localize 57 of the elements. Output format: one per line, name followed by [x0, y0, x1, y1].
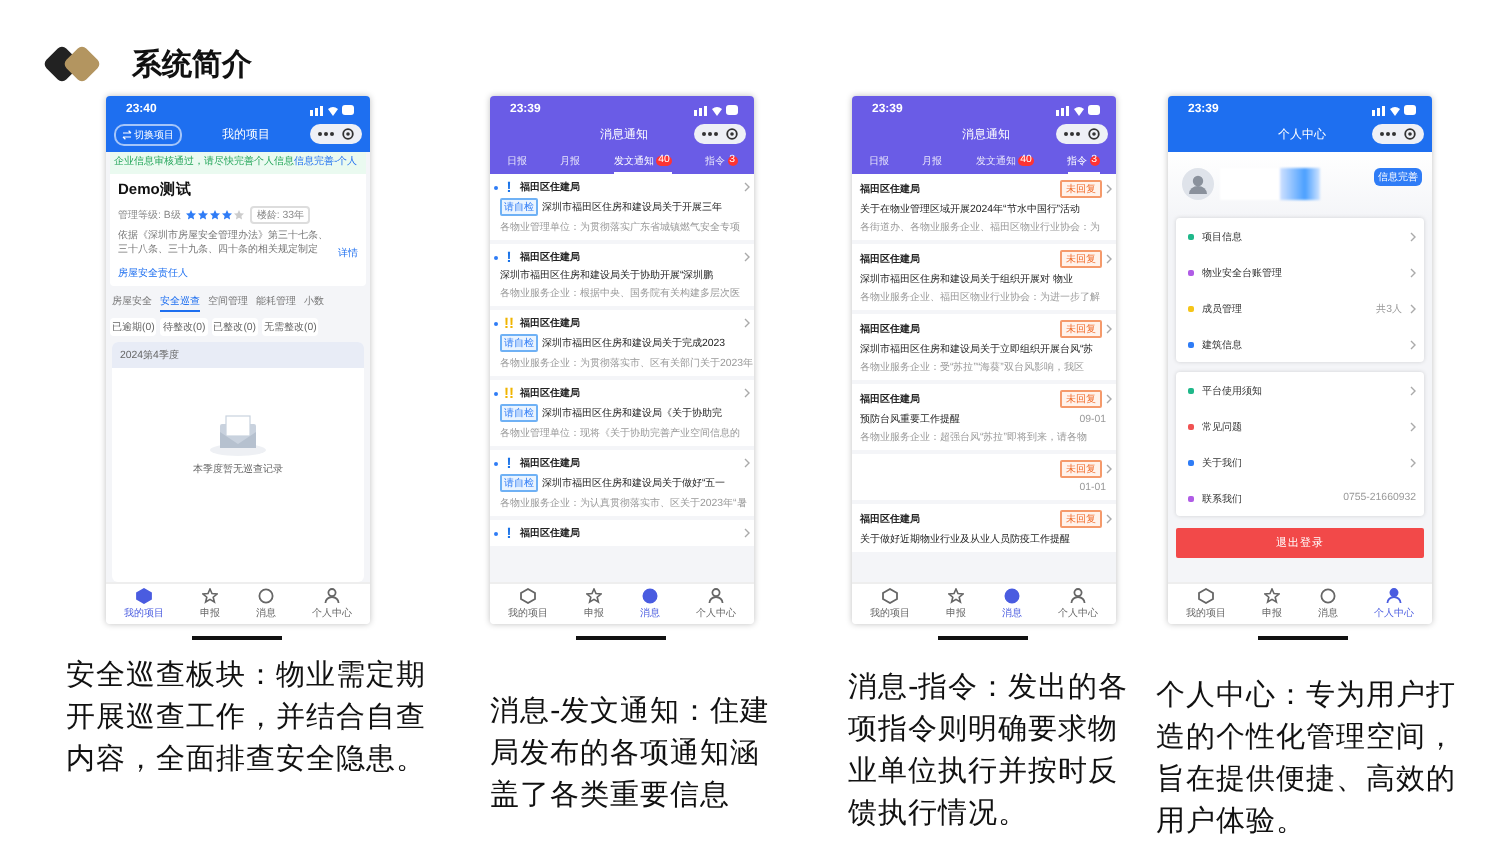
chevron-right-icon — [744, 318, 750, 328]
chevron-right-icon — [1106, 394, 1112, 404]
star-icon — [948, 588, 964, 604]
hexagon-icon — [1198, 588, 1214, 604]
caption-text: 消息-发文通知：住建局发布的各项通知涵盖了各类重要信息 — [490, 694, 773, 816]
chevron-right-icon — [1106, 254, 1112, 264]
circle-icon — [1320, 588, 1336, 604]
person-icon — [1070, 588, 1086, 604]
hexagon-icon — [136, 588, 152, 604]
star-icon — [1264, 588, 1280, 604]
mini-program-capsule[interactable] — [1372, 124, 1424, 144]
status-icons — [1056, 104, 1100, 116]
person-icon — [324, 588, 340, 604]
chevron-right-icon — [744, 252, 750, 262]
close-icon — [726, 128, 738, 140]
chevron-right-icon — [1106, 324, 1112, 334]
chevron-right-icon — [1410, 457, 1416, 467]
close-icon — [1404, 128, 1416, 140]
empty-envelope-icon — [208, 411, 268, 456]
chevron-right-icon — [1106, 184, 1112, 194]
close-icon — [342, 128, 354, 140]
chevron-right-icon — [1410, 385, 1416, 395]
hexagon-icon — [520, 588, 536, 604]
status-icons — [1372, 104, 1416, 116]
star-icon — [586, 588, 602, 604]
chevron-right-icon — [744, 528, 750, 538]
circle-icon — [258, 588, 274, 604]
person-icon — [1386, 588, 1402, 604]
mini-program-capsule[interactable] — [310, 124, 362, 144]
blurred-name-block — [1220, 168, 1320, 200]
chevron-right-icon — [744, 388, 750, 398]
slide-title: 系统简介 — [132, 45, 252, 83]
status-icons — [694, 104, 738, 116]
circle-icon — [1004, 588, 1020, 604]
chevron-right-icon — [744, 182, 750, 192]
circle-icon — [642, 588, 658, 604]
caption-text: 个人中心：专为用户打造的个性化管理空间，旨在提供便捷、高效的用户体验。 — [1156, 677, 1458, 842]
status-icons — [310, 104, 354, 116]
mini-program-capsule[interactable] — [694, 124, 746, 144]
chevron-right-icon — [1106, 514, 1112, 524]
star-icon — [202, 588, 218, 604]
chevron-right-icon — [744, 458, 750, 468]
hexagon-icon — [882, 588, 898, 604]
caption-text: 安全巡查板块：物业需定期开展巡查工作，并结合自查内容，全面排查安全隐患。 — [66, 657, 426, 780]
caption-text: 消息-指令：发出的各项指令则明确要求物业单位执行并按时反馈执行情况。 — [848, 670, 1131, 834]
chevron-right-icon — [1410, 231, 1416, 241]
chevron-right-icon — [1106, 464, 1112, 474]
mini-program-capsule[interactable] — [1056, 124, 1108, 144]
chevron-right-icon — [1410, 339, 1416, 349]
avatar-icon — [1182, 168, 1214, 200]
chevron-right-icon — [1410, 267, 1416, 277]
chevron-right-icon — [1410, 421, 1416, 431]
close-icon — [1088, 128, 1100, 140]
person-icon — [708, 588, 724, 604]
logo-icon — [44, 44, 104, 84]
swap-arrows-icon — [122, 129, 132, 139]
chevron-right-icon — [1410, 303, 1416, 313]
